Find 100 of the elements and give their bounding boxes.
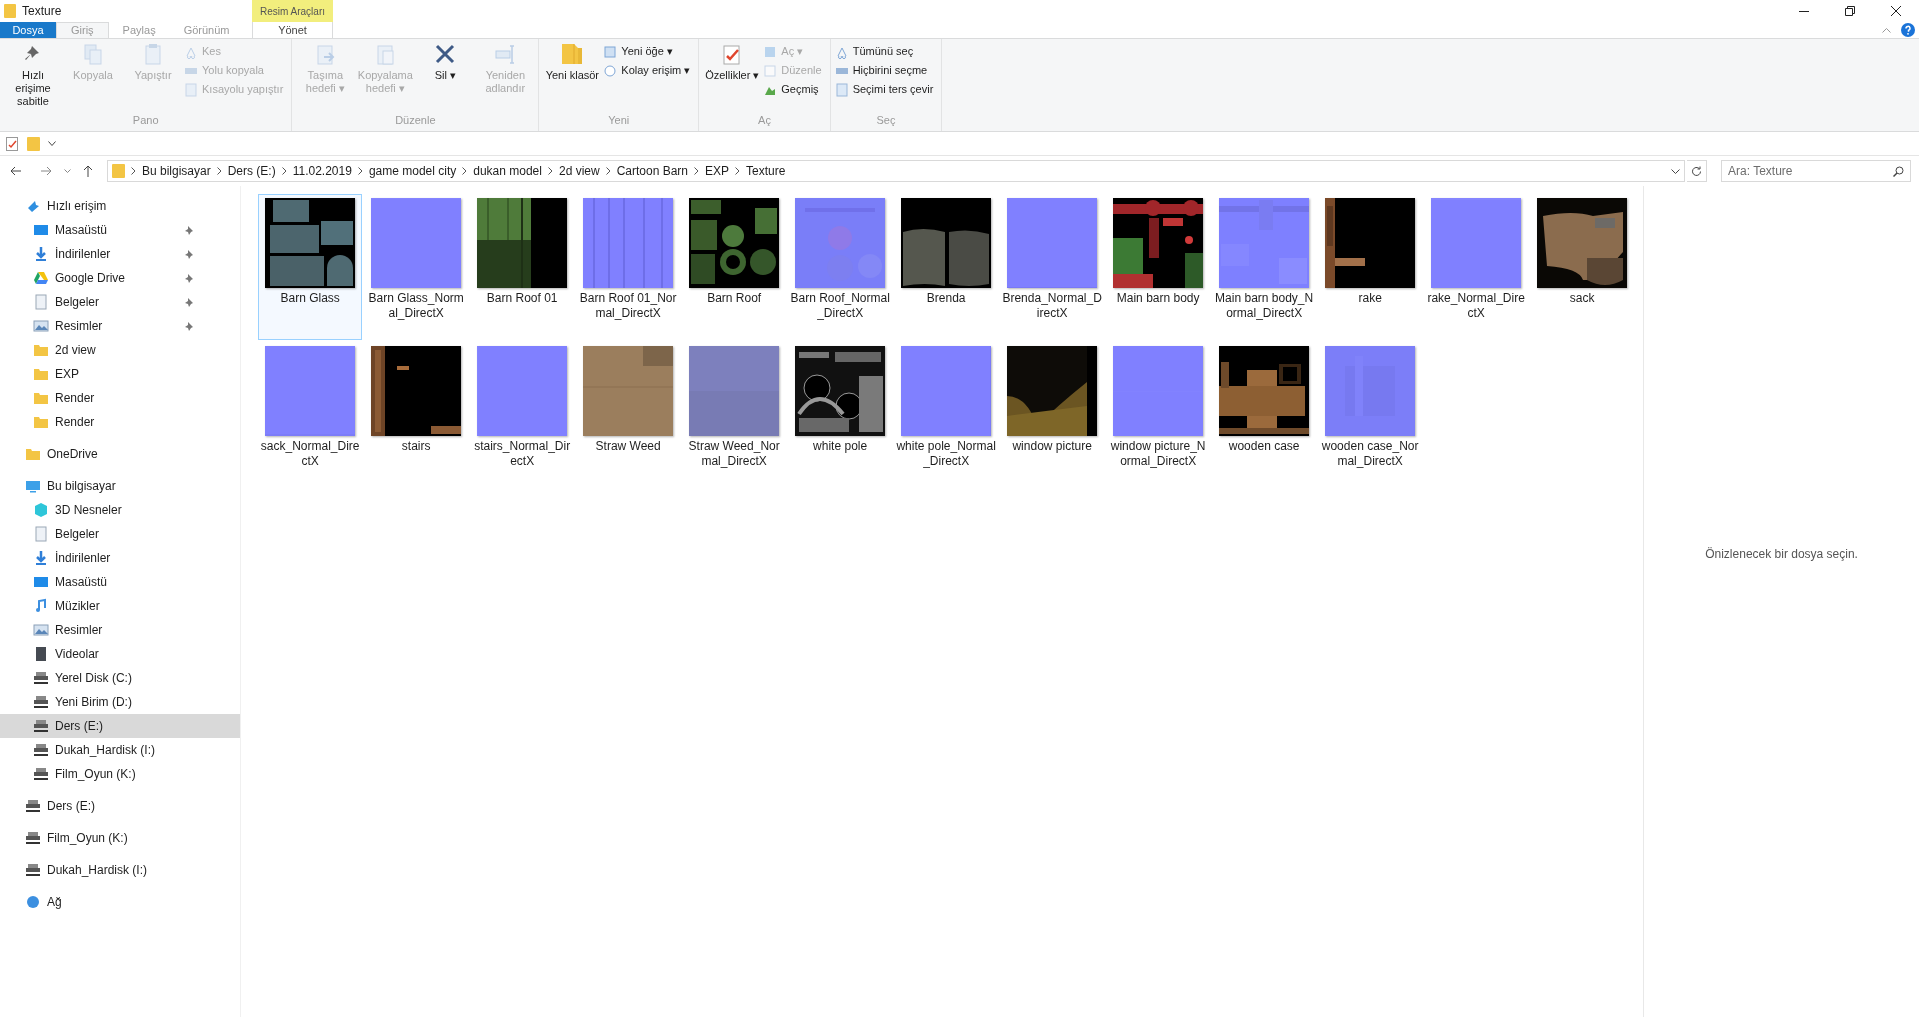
chevron-icon[interactable] bbox=[281, 167, 287, 175]
file-item[interactable]: window picture bbox=[1000, 342, 1105, 488]
file-item[interactable]: Barn Roof_Normal_DirectX bbox=[788, 194, 893, 340]
pin-icon[interactable] bbox=[184, 321, 195, 331]
sidebar-item[interactable]: Google Drive bbox=[0, 266, 241, 290]
file-item[interactable]: Barn Roof bbox=[682, 194, 787, 340]
sidebar-item[interactable]: OneDrive bbox=[0, 442, 241, 466]
sidebar-item[interactable]: Müzikler bbox=[0, 594, 241, 618]
sidebar-item[interactable]: Ders (E:) bbox=[0, 714, 241, 738]
up-arrow-icon[interactable] bbox=[83, 165, 93, 177]
file-item[interactable]: Straw Weed bbox=[576, 342, 681, 488]
file-item[interactable]: white pole bbox=[788, 342, 893, 488]
file-item[interactable]: Main barn body_Normal_DirectX bbox=[1212, 194, 1317, 340]
sidebar-item[interactable]: 3D Nesneler bbox=[0, 498, 241, 522]
file-item[interactable]: wooden case bbox=[1212, 342, 1317, 488]
history-caret-icon[interactable] bbox=[64, 169, 71, 173]
file-item[interactable]: white pole_Normal_DirectX bbox=[894, 342, 999, 488]
file-item[interactable]: Straw Weed_Normal_DirectX bbox=[682, 342, 787, 488]
pin-icon[interactable] bbox=[184, 273, 195, 283]
collapse-ribbon-icon[interactable] bbox=[1882, 27, 1891, 33]
file-item[interactable]: stairs_Normal_DirectX bbox=[470, 342, 575, 488]
ribbon-button[interactable]: Yeni öğe ▾ bbox=[603, 43, 691, 60]
chevron-icon[interactable] bbox=[462, 167, 468, 175]
breadcrumb-item[interactable]: dukan model bbox=[473, 162, 542, 180]
chevron-icon[interactable] bbox=[605, 167, 611, 175]
chevron-icon[interactable] bbox=[357, 167, 363, 175]
breadcrumb-item[interactable]: Cartoon Barn bbox=[616, 162, 689, 180]
ribbon-button[interactable]: Tümünü seç bbox=[834, 43, 934, 60]
file-item[interactable]: sack_Normal_DirectX bbox=[258, 342, 363, 488]
sidebar-item[interactable]: Bu bilgisayar bbox=[0, 474, 241, 498]
file-tab[interactable]: Dosya bbox=[0, 22, 56, 38]
breadcrumb-item[interactable]: game model city bbox=[368, 162, 457, 180]
pin-icon[interactable] bbox=[184, 249, 195, 259]
breadcrumb-item[interactable]: 2d view bbox=[558, 162, 600, 180]
chevron-icon[interactable] bbox=[131, 167, 136, 175]
file-item[interactable]: window picture_Normal_DirectX bbox=[1106, 342, 1211, 488]
pin-icon[interactable] bbox=[184, 225, 195, 235]
sidebar-item[interactable]: Ağ bbox=[0, 890, 241, 914]
dropdown-caret-icon[interactable] bbox=[1671, 168, 1680, 174]
sidebar-item[interactable]: Dukah_Hardisk (I:) bbox=[0, 858, 241, 882]
sidebar-item[interactable]: Masaüstü bbox=[0, 570, 241, 594]
forward-arrow-icon[interactable] bbox=[40, 166, 52, 176]
file-item[interactable]: Main barn body bbox=[1106, 194, 1211, 340]
sidebar-item[interactable]: Belgeler bbox=[0, 522, 241, 546]
ribbon-button[interactable]: Seçimi ters çevir bbox=[834, 81, 934, 98]
sidebar-item[interactable]: Videolar bbox=[0, 642, 241, 666]
properties-icon[interactable] bbox=[6, 136, 19, 151]
breadcrumb-item[interactable]: EXP bbox=[705, 162, 730, 180]
sidebar-item[interactable]: Resimler bbox=[0, 618, 241, 642]
ribbon-button[interactable]: Kolay erişim ▾ bbox=[603, 62, 691, 79]
sidebar-item[interactable]: İndirilenler bbox=[0, 242, 241, 266]
sidebar-item[interactable]: İndirilenler bbox=[0, 546, 241, 570]
sidebar-item[interactable]: Yeni Birim (D:) bbox=[0, 690, 241, 714]
breadcrumb-item[interactable]: Bu bilgisayar bbox=[142, 162, 211, 180]
sidebar-item[interactable]: Belgeler bbox=[0, 290, 241, 314]
breadcrumb-item[interactable]: 11.02.2019 bbox=[292, 162, 352, 180]
file-item[interactable]: wooden case_Normal_DirectX bbox=[1318, 342, 1423, 488]
sidebar-item[interactable]: Yerel Disk (C:) bbox=[0, 666, 241, 690]
chevron-icon[interactable] bbox=[735, 167, 741, 175]
file-item[interactable]: rake bbox=[1318, 194, 1423, 340]
chevron-icon[interactable] bbox=[216, 167, 222, 175]
file-item[interactable]: Barn Glass bbox=[258, 194, 363, 340]
dropdown-caret-icon[interactable] bbox=[48, 141, 56, 146]
sidebar-item[interactable]: Hızlı erişim bbox=[0, 194, 241, 218]
sidebar-item[interactable]: Masaüstü bbox=[0, 218, 241, 242]
pin-icon[interactable] bbox=[184, 297, 195, 307]
ribbon-button[interactable]: Yeni klasör bbox=[543, 43, 602, 82]
sidebar-item[interactable]: Dukah_Hardisk (I:) bbox=[0, 738, 241, 762]
chevron-icon[interactable] bbox=[694, 167, 700, 175]
address-bar[interactable]: Bu bilgisayar Ders (E:) 11.02.2019 game model city dukan model 2d view Cartoon Barn EXP Texture bbox=[107, 160, 1685, 182]
sidebar-item[interactable]: Resimler bbox=[0, 314, 241, 338]
back-arrow-icon[interactable] bbox=[10, 166, 22, 176]
file-item[interactable]: Brenda_Normal_DirectX bbox=[1000, 194, 1105, 340]
search-field[interactable]: Ara: Texture bbox=[1721, 160, 1911, 182]
file-item[interactable]: Barn Roof 01 bbox=[470, 194, 575, 340]
sidebar-item[interactable]: Render bbox=[0, 386, 241, 410]
ribbon-button[interactable]: Özellikler ▾ bbox=[703, 43, 762, 82]
ribbon-button[interactable]: Geçmiş bbox=[763, 81, 822, 98]
help-icon[interactable] bbox=[1901, 23, 1915, 37]
sidebar-item[interactable]: Film_Oyun (K:) bbox=[0, 762, 241, 786]
file-item[interactable]: rake_Normal_DirectX bbox=[1424, 194, 1529, 340]
file-item[interactable]: Barn Glass_Normal_DirectX bbox=[364, 194, 469, 340]
file-item[interactable]: Barn Roof 01_Normal_DirectX bbox=[576, 194, 681, 340]
sidebar-item[interactable]: Film_Oyun (K:) bbox=[0, 826, 241, 850]
sidebar-item[interactable]: EXP bbox=[0, 362, 241, 386]
file-item[interactable]: Brenda bbox=[894, 194, 999, 340]
search-icon[interactable] bbox=[1893, 166, 1904, 177]
file-item[interactable]: sack bbox=[1530, 194, 1635, 340]
ribbon-button[interactable]: Hiçbirini seçme bbox=[834, 62, 934, 79]
ribbon-button[interactable]: Hızlı erişime sabitle bbox=[4, 43, 62, 108]
chevron-icon[interactable] bbox=[547, 167, 553, 175]
ribbon-button[interactable]: Sil ▾ bbox=[416, 43, 475, 82]
disk-icon bbox=[25, 798, 41, 814]
sidebar-item[interactable]: 2d view bbox=[0, 338, 241, 362]
refresh-button[interactable] bbox=[1687, 160, 1707, 182]
breadcrumb-item[interactable]: Ders (E:) bbox=[227, 162, 276, 180]
sidebar-item[interactable]: Render bbox=[0, 410, 241, 434]
file-item[interactable]: stairs bbox=[364, 342, 469, 488]
sidebar-item[interactable]: Ders (E:) bbox=[0, 794, 241, 818]
breadcrumb-item[interactable]: Texture bbox=[746, 162, 786, 180]
